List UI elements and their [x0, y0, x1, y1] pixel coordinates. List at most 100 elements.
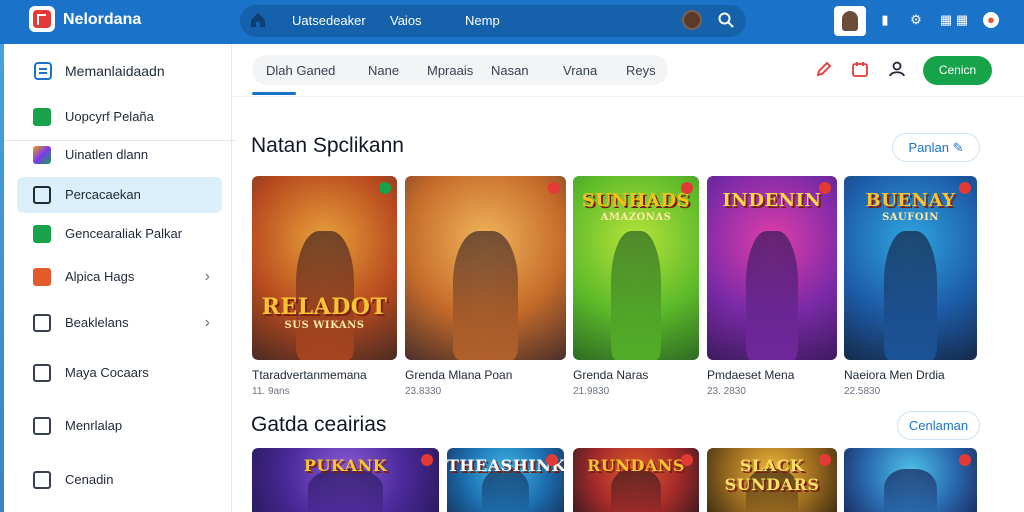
search-icon[interactable] [717, 11, 735, 29]
notification-icon[interactable]: ● [983, 12, 999, 28]
sidebar-item[interactable]: Alpica Hags › [17, 259, 222, 295]
sidebar-item-label: Cenadin [65, 472, 114, 487]
game-card[interactable]: RELADOT SUS WIKANS [252, 176, 397, 360]
game-title[interactable]: Grenda Mlana Poan [405, 368, 512, 382]
pencil-icon: ✎ [952, 140, 964, 155]
rating-badge-icon [819, 454, 831, 466]
app-title: Nelordana [63, 11, 142, 28]
hero-figure [482, 469, 529, 512]
game-card[interactable] [844, 448, 977, 512]
featured-more-button[interactable]: Panlan ✎ [892, 133, 980, 162]
game-card[interactable]: SLACK SUNDARS [707, 448, 837, 512]
tab-4[interactable]: Nasan [491, 63, 529, 78]
game-art-title: SUNHADS [581, 190, 691, 211]
sidebar-item[interactable]: Cenadin [17, 462, 222, 498]
game-meta: 21.9830 [573, 386, 610, 397]
nav-link-2[interactable]: Vaios [390, 13, 422, 28]
profile-avatar[interactable] [834, 6, 866, 36]
game-meta: 23.8330 [405, 386, 442, 397]
rating-badge-icon [379, 182, 391, 194]
app-logo[interactable] [29, 6, 55, 32]
apps-icon[interactable]: ▦ [938, 12, 954, 28]
rating-badge-icon [681, 454, 693, 466]
settings-icon[interactable]: ⚙ [908, 12, 924, 28]
gamepad-icon [33, 225, 51, 243]
mail-icon [33, 268, 51, 286]
chevron-right-icon: › [204, 314, 210, 331]
game-art-subtitle: AMAZONAS [600, 212, 672, 223]
sidebar-item-label: Uopcyrf Pelaña [65, 109, 154, 124]
sidebar-item[interactable]: Gencearaliak Palkar [17, 216, 222, 252]
sidebar-item[interactable]: Menrlalap [17, 408, 222, 444]
game-card[interactable]: PUKANK [252, 448, 439, 512]
grid-icon[interactable]: ▦ [954, 12, 970, 28]
sidebar-item-label: Percacaekan [65, 187, 141, 202]
game-title[interactable]: Pmdaeset Mena [707, 368, 794, 382]
game-card[interactable] [405, 176, 566, 360]
palette-icon [33, 146, 51, 164]
edit-icon[interactable] [815, 60, 833, 78]
top-bar: Nelordana Uatsedeaker Vaios Nemp ▮ ⚙ ▦ ▦… [0, 0, 1024, 44]
sidebar-item-label: Menrlalap [65, 418, 123, 433]
picture-icon [33, 314, 51, 332]
game-card[interactable]: INDENIN [707, 176, 837, 360]
game-card[interactable]: RUNDANS [573, 448, 699, 512]
sidebar-brand: Memanlaidaadn [65, 63, 165, 79]
tab-3[interactable]: Mpraais [427, 63, 473, 78]
game-art-title: INDENIN [722, 190, 822, 211]
sidebar-item[interactable]: Maya Cocaars [17, 355, 222, 391]
categories-more-button[interactable]: Cenlaman [897, 411, 980, 440]
game-art-subtitle: SAUFOIN [882, 212, 939, 223]
game-title[interactable]: Ttaradvertanmemana [252, 368, 367, 382]
nav-link-3[interactable]: Nemp [465, 13, 500, 28]
tab-1[interactable]: Dlah Ganed [266, 63, 335, 78]
game-card[interactable]: THEASHINK [447, 448, 564, 512]
sidebar-item[interactable]: Percacaekan [17, 177, 222, 213]
game-art-title: RELADOT [261, 294, 388, 320]
sidebar-item[interactable]: Uopcyrf Pelaña [17, 99, 222, 135]
chevron-right-icon: › [204, 268, 210, 285]
section-title-featured: Natan Spclikann [251, 134, 404, 157]
rating-badge-icon [959, 182, 971, 194]
nav-link-1[interactable]: Uatsedeaker [292, 13, 366, 28]
game-art-subtitle: SUS WIKANS [284, 320, 365, 331]
game-card[interactable]: SUNHADS AMAZONAS [573, 176, 699, 360]
tab-5[interactable]: Vrana [563, 63, 597, 78]
sidebar-item[interactable]: Beaklelans › [17, 305, 222, 341]
sidebar-item[interactable]: Uinatlen dlann [17, 137, 222, 173]
chat-icon [33, 364, 51, 382]
sidebar-item-label: Alpica Hags [65, 269, 135, 284]
primary-cta-button[interactable]: Cenicn [923, 56, 992, 85]
avatar-face-icon [842, 11, 858, 31]
user-icon[interactable] [888, 60, 906, 78]
rating-badge-icon [421, 454, 433, 466]
sidebar-item-label: Maya Cocaars [65, 365, 149, 380]
calendar-icon[interactable] [851, 60, 869, 78]
tab-2[interactable]: Nane [368, 63, 399, 78]
hero-figure [610, 469, 662, 512]
game-art-title: PUKANK [303, 456, 388, 475]
sidebar-item-label: Beaklelans [65, 315, 129, 330]
featured-more-label: Panlan [908, 140, 949, 155]
shield-icon [33, 417, 51, 435]
bookmark-icon[interactable]: ▮ [877, 12, 893, 28]
check-square-icon [33, 108, 51, 126]
hero-figure [308, 469, 383, 512]
content-divider [232, 96, 1024, 97]
active-tab-indicator [252, 92, 296, 95]
tab-6[interactable]: Reys [626, 63, 656, 78]
menu-icon[interactable] [34, 62, 52, 80]
gear-icon [33, 471, 51, 489]
home-icon[interactable] [249, 11, 267, 29]
game-card[interactable]: BUENAY SAUFOIN [844, 176, 977, 360]
game-title[interactable]: Grenda Naras [573, 368, 648, 382]
hero-figure [883, 469, 938, 512]
rating-badge-icon [959, 454, 971, 466]
sidebar-item-label: Gencearaliak Palkar [65, 226, 183, 241]
rating-badge-icon [819, 182, 831, 194]
section-title-categories: Gatda ceairias [251, 413, 387, 436]
logo-mark-icon [33, 10, 51, 28]
sidebar-item-label: Uinatlen dlann [65, 147, 149, 162]
game-title[interactable]: Naeiora Men Drdia [844, 368, 945, 382]
user-avatar-small[interactable] [682, 10, 702, 30]
